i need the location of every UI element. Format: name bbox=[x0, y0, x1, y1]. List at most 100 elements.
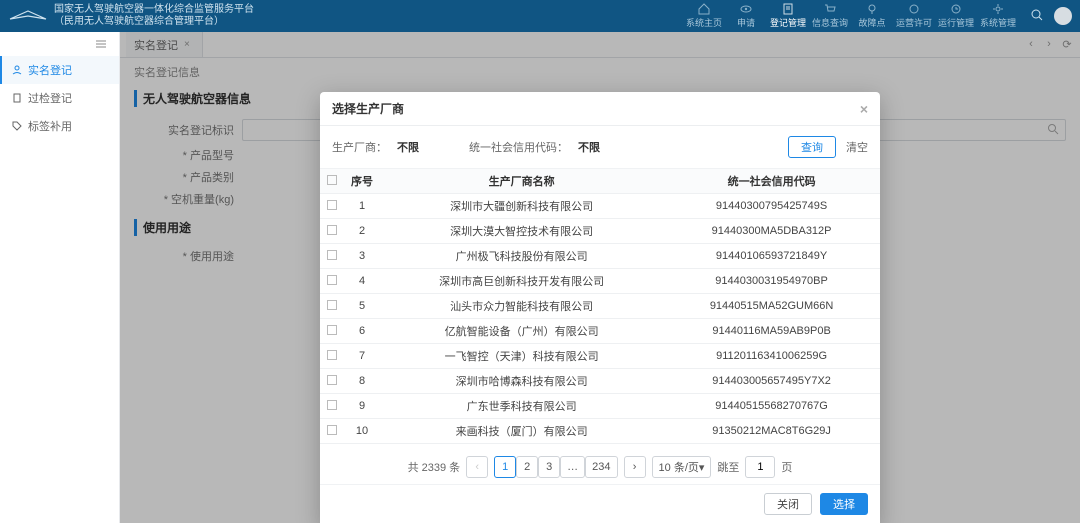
search-icon[interactable] bbox=[1030, 8, 1044, 25]
cell-name: 深圳市哈博森科技有限公司 bbox=[380, 369, 663, 394]
manufacturer-table: 序号 生产厂商名称 统一社会信用代码 1深圳市大疆创新科技有限公司9144030… bbox=[320, 169, 880, 444]
gear-icon bbox=[992, 3, 1004, 15]
clear-link[interactable]: 清空 bbox=[846, 139, 868, 155]
nav-info[interactable]: 信息查询 bbox=[810, 3, 850, 29]
checkbox[interactable] bbox=[327, 200, 337, 210]
nav-register[interactable]: 登记管理 bbox=[768, 3, 808, 29]
checkbox[interactable] bbox=[327, 425, 337, 435]
checkbox[interactable] bbox=[327, 375, 337, 385]
checkbox-all[interactable] bbox=[327, 175, 337, 185]
table-row[interactable]: 3广州极飞科技股份有限公司91440106593721849Y bbox=[320, 244, 880, 269]
cell-idx: 6 bbox=[344, 319, 380, 344]
nav-fault[interactable]: 故障点 bbox=[852, 3, 892, 29]
cell-name: 汕头市众力智能科技有限公司 bbox=[380, 294, 663, 319]
table-row[interactable]: 8深圳市哈博森科技有限公司914403005657495Y7X2 bbox=[320, 369, 880, 394]
nav-apply[interactable]: 申请 bbox=[726, 3, 766, 29]
pager-jump-input[interactable] bbox=[745, 456, 775, 478]
cell-code: 91440515MA52GUM66N bbox=[663, 294, 880, 319]
cell-name: 深圳大漠大智控技术有限公司 bbox=[380, 219, 663, 244]
ok-button[interactable]: 选择 bbox=[820, 493, 868, 515]
chevron-down-icon: ▾ bbox=[699, 461, 705, 474]
cell-name: 广州极飞科技股份有限公司 bbox=[380, 244, 663, 269]
cell-code: 914403005657495Y7X2 bbox=[663, 369, 880, 394]
sidebar-item-inspect[interactable]: 过检登记 bbox=[0, 84, 119, 112]
filter-code-label: 统一社会信用代码： bbox=[469, 139, 568, 155]
pager-prev[interactable]: ‹ bbox=[466, 456, 488, 478]
cell-code: 91120116341006259G bbox=[663, 344, 880, 369]
checkbox[interactable] bbox=[327, 225, 337, 235]
user-icon bbox=[12, 65, 22, 75]
sidebar-collapse[interactable] bbox=[0, 32, 119, 56]
cell-code: 91440300795425749S bbox=[663, 194, 880, 219]
modal-footer: 关闭 选择 bbox=[320, 484, 880, 523]
avatar[interactable] bbox=[1054, 7, 1072, 25]
cell-idx: 1 bbox=[344, 194, 380, 219]
close-icon[interactable]: × bbox=[860, 101, 868, 117]
pager-page[interactable]: 3 bbox=[538, 456, 560, 478]
doc-icon bbox=[12, 93, 22, 103]
filter-code-value[interactable]: 不限 bbox=[578, 139, 600, 155]
cell-name: 一飞智控（天津）科技有限公司 bbox=[380, 344, 663, 369]
table-row[interactable]: 6亿航智能设备（广州）有限公司91440116MA59AB9P0B bbox=[320, 319, 880, 344]
cancel-button[interactable]: 关闭 bbox=[764, 493, 812, 515]
nav-license[interactable]: 运营许可 bbox=[894, 3, 934, 29]
nav-home[interactable]: 系统主页 bbox=[684, 3, 724, 29]
top-right bbox=[1030, 7, 1072, 25]
sidebar-item-label[interactable]: 标签补用 bbox=[0, 112, 119, 140]
app-title-line1: 国家无人驾驶航空器一体化综合监管服务平台 bbox=[54, 4, 254, 16]
pager-page[interactable]: 1 bbox=[494, 456, 516, 478]
pager-page[interactable]: 234 bbox=[585, 456, 617, 478]
pager-jump-suffix: 页 bbox=[781, 459, 792, 475]
home-icon bbox=[698, 3, 710, 15]
badge-icon bbox=[908, 3, 920, 15]
app-title-line2: （民用无人驾驶航空器综合管理平台） bbox=[54, 16, 254, 28]
cell-name: 广东世季科技有限公司 bbox=[380, 394, 663, 419]
table-row[interactable]: 4深圳市高巨创新科技开发有限公司9144030031954970BP bbox=[320, 269, 880, 294]
cell-idx: 5 bbox=[344, 294, 380, 319]
sidebar-item-realname[interactable]: 实名登记 bbox=[0, 56, 119, 84]
top-nav: 系统主页 申请 登记管理 信息查询 故障点 运营许可 运行管理 系统管理 bbox=[684, 3, 1018, 29]
checkbox[interactable] bbox=[327, 250, 337, 260]
doc-icon bbox=[782, 3, 794, 15]
cell-name: 深圳市大疆创新科技有限公司 bbox=[380, 194, 663, 219]
col-code: 统一社会信用代码 bbox=[663, 169, 880, 194]
filter-mfr-label: 生产厂商： bbox=[332, 139, 387, 155]
modal-manufacturer: 选择生产厂商 × 生产厂商： 不限 统一社会信用代码： 不限 查询 清空 bbox=[320, 92, 880, 523]
modal-mask: 选择生产厂商 × 生产厂商： 不限 统一社会信用代码： 不限 查询 清空 bbox=[120, 32, 1080, 523]
table-row[interactable]: 1深圳市大疆创新科技有限公司91440300795425749S bbox=[320, 194, 880, 219]
pin-icon bbox=[866, 3, 878, 15]
pager-page[interactable]: 2 bbox=[516, 456, 538, 478]
table-row[interactable]: 5汕头市众力智能科技有限公司91440515MA52GUM66N bbox=[320, 294, 880, 319]
menu-icon bbox=[95, 39, 107, 49]
table-row[interactable]: 7一飞智控（天津）科技有限公司91120116341006259G bbox=[320, 344, 880, 369]
sidebar: 实名登记 过检登记 标签补用 bbox=[0, 32, 120, 523]
nav-sys[interactable]: 系统管理 bbox=[978, 3, 1018, 29]
table-row[interactable]: 10来画科技（厦门）有限公司91350212MAC8T6G29J bbox=[320, 419, 880, 444]
pager: 共 2339 条 ‹ 123…234 › 10 条/页 ▾ 跳至 页 bbox=[320, 444, 880, 484]
checkbox[interactable] bbox=[327, 350, 337, 360]
col-idx: 序号 bbox=[344, 169, 380, 194]
cell-code: 91440300MA5DBA312P bbox=[663, 219, 880, 244]
cell-name: 来画科技（厦门）有限公司 bbox=[380, 419, 663, 444]
cell-idx: 7 bbox=[344, 344, 380, 369]
table-row[interactable]: 9广东世季科技有限公司91440515568270767G bbox=[320, 394, 880, 419]
checkbox[interactable] bbox=[327, 325, 337, 335]
modal-header: 选择生产厂商 × bbox=[320, 92, 880, 126]
cell-code: 9144030031954970BP bbox=[663, 269, 880, 294]
query-button[interactable]: 查询 bbox=[788, 136, 836, 158]
pager-total: 共 2339 条 bbox=[408, 459, 461, 475]
modal-filter: 生产厂商： 不限 统一社会信用代码： 不限 查询 清空 bbox=[320, 126, 880, 169]
table-row[interactable]: 2深圳大漠大智控技术有限公司91440300MA5DBA312P bbox=[320, 219, 880, 244]
logo-icon bbox=[8, 9, 48, 23]
checkbox[interactable] bbox=[327, 300, 337, 310]
app-title: 国家无人驾驶航空器一体化综合监管服务平台 （民用无人驾驶航空器综合管理平台） bbox=[54, 4, 254, 28]
pager-next[interactable]: › bbox=[624, 456, 646, 478]
cell-idx: 10 bbox=[344, 419, 380, 444]
checkbox[interactable] bbox=[327, 275, 337, 285]
top-bar: 国家无人驾驶航空器一体化综合监管服务平台 （民用无人驾驶航空器综合管理平台） 系… bbox=[0, 0, 1080, 32]
filter-mfr-value[interactable]: 不限 bbox=[397, 139, 419, 155]
checkbox[interactable] bbox=[327, 400, 337, 410]
pager-sizer[interactable]: 10 条/页 ▾ bbox=[652, 456, 712, 478]
nav-ops[interactable]: 运行管理 bbox=[936, 3, 976, 29]
cell-idx: 9 bbox=[344, 394, 380, 419]
